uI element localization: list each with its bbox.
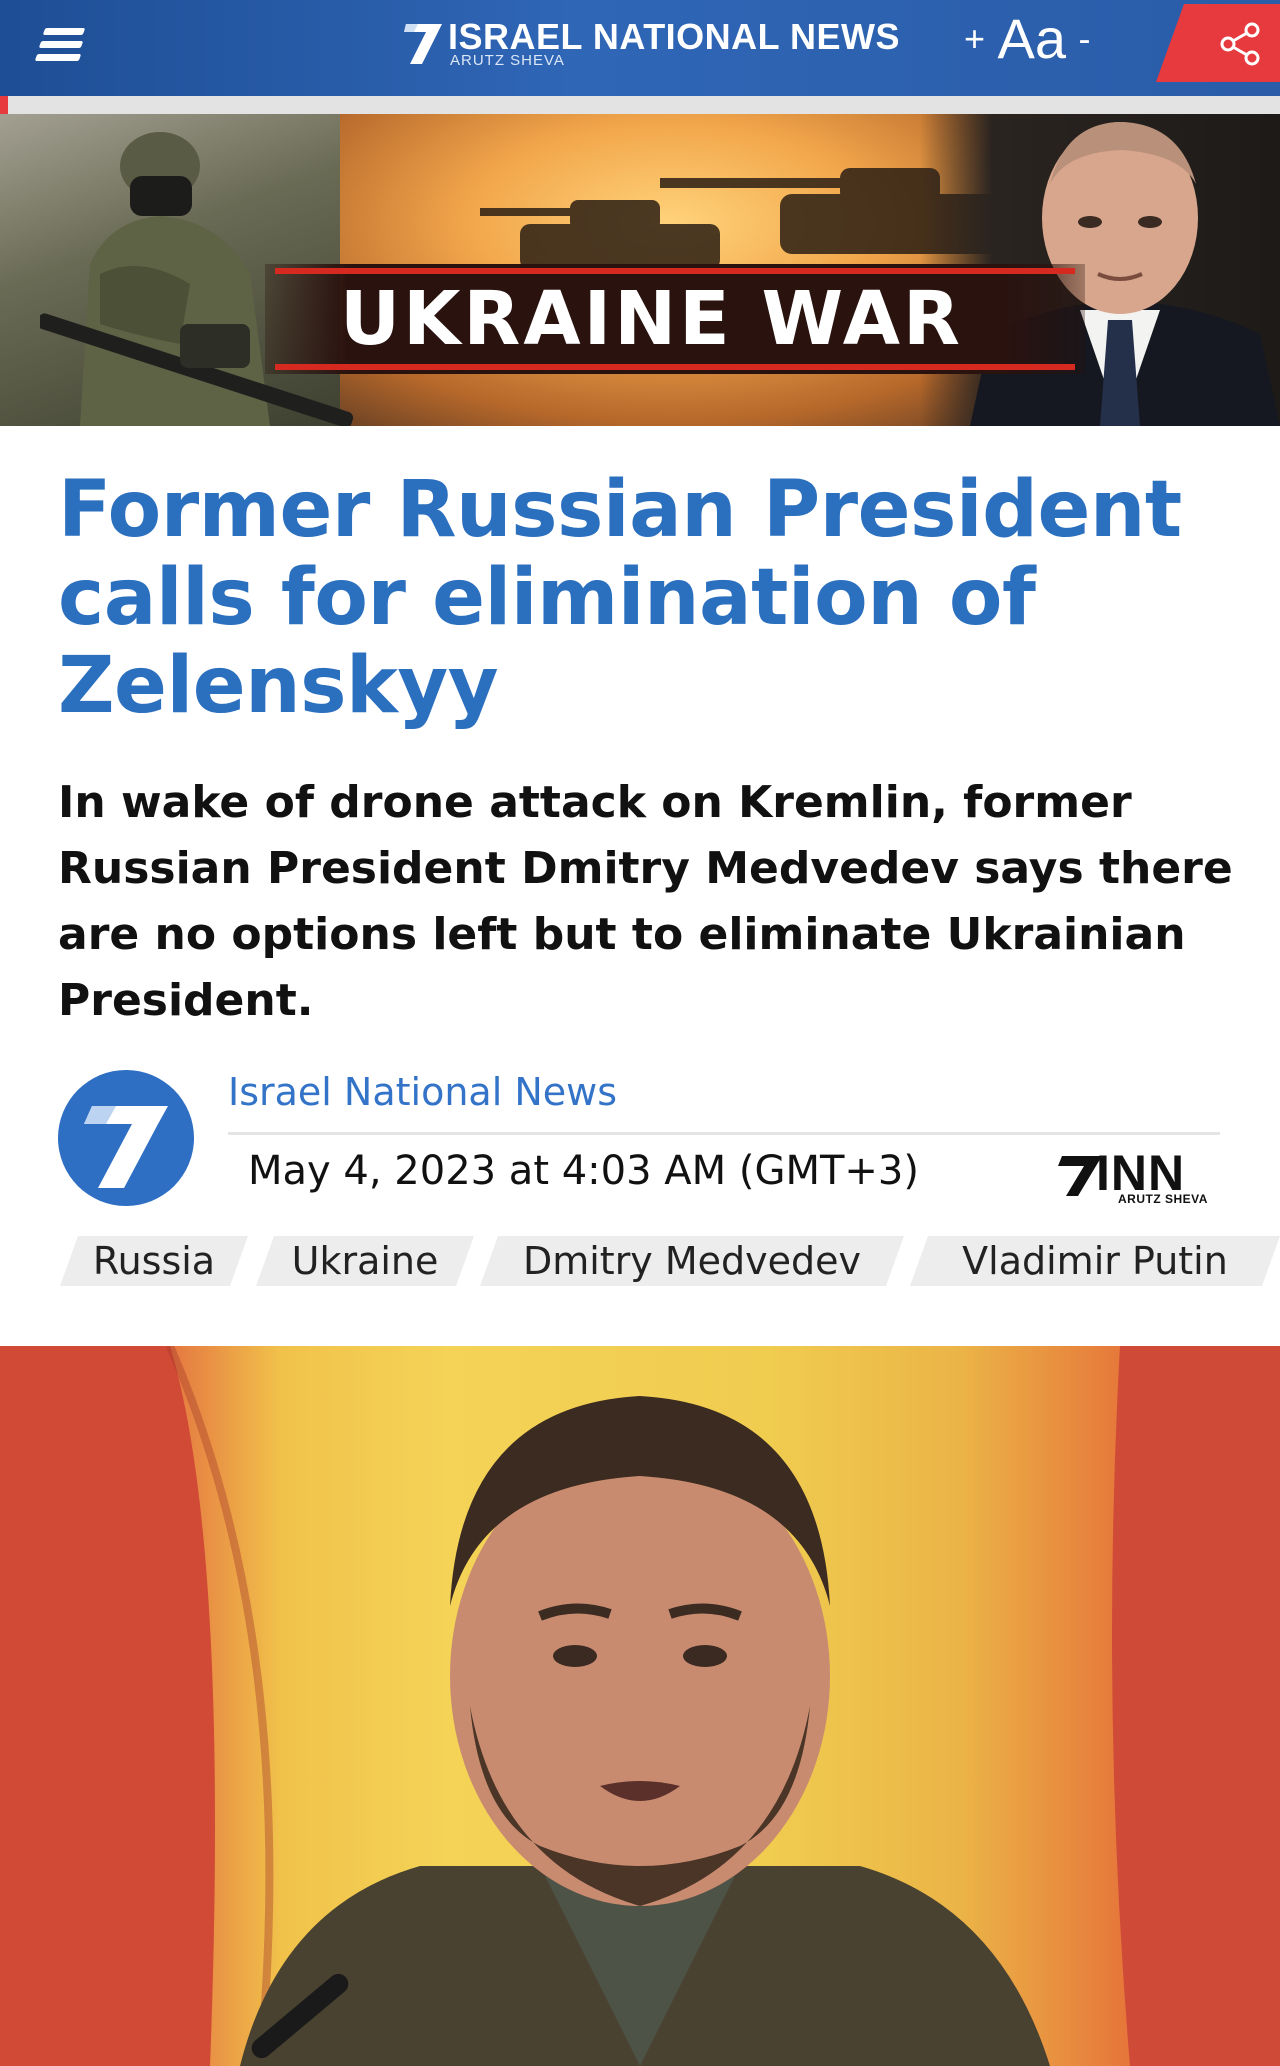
header-divider bbox=[0, 96, 1280, 114]
font-decrease-button[interactable]: - bbox=[1078, 18, 1090, 60]
tag-label: Russia bbox=[92, 1239, 216, 1283]
tag-label: Ukraine bbox=[291, 1239, 439, 1283]
article-headline: Former Russian President calls for elimi… bbox=[58, 465, 1182, 731]
author-name-link[interactable]: Israel National News bbox=[228, 1070, 617, 1114]
inn-brand-logo: INN ARUTZ SHEVA bbox=[1058, 1145, 1224, 1208]
site-subtitle: ARUTZ SHEVA bbox=[450, 52, 565, 69]
share-button[interactable] bbox=[1156, 4, 1280, 82]
font-size-control: + Aa - bbox=[964, 6, 1090, 76]
article-subheadline: In wake of drone attack on Kremlin, form… bbox=[58, 777, 1233, 1026]
top-header: ISRAEL NATIONAL NEWS ARUTZ SHEVA + Aa - bbox=[0, 0, 1280, 96]
tag-vladimir-putin[interactable]: Vladimir Putin bbox=[910, 1236, 1280, 1286]
article-main-photo[interactable] bbox=[0, 1346, 1280, 2066]
seven-logo-icon bbox=[84, 1106, 168, 1188]
tag-dmitry-medvedev[interactable]: Dmitry Medvedev bbox=[480, 1236, 904, 1286]
font-increase-button[interactable]: + bbox=[964, 18, 985, 60]
publish-date: May 4, 2023 at 4:03 AM (GMT+3) bbox=[248, 1148, 919, 1194]
banner-title: UKRAINE WAR bbox=[340, 276, 964, 362]
section-banner[interactable]: UKRAINE WAR bbox=[0, 114, 1280, 426]
inn-brand-subtitle: ARUTZ SHEVA bbox=[1118, 1192, 1208, 1206]
tag-label: Dmitry Medvedev bbox=[522, 1239, 862, 1283]
site-logo[interactable]: ISRAEL NATIONAL NEWS ARUTZ SHEVA bbox=[400, 8, 900, 70]
byline-divider bbox=[228, 1132, 1220, 1135]
share-icon bbox=[1220, 22, 1260, 66]
tag-russia[interactable]: Russia bbox=[60, 1236, 248, 1286]
tag-ukraine[interactable]: Ukraine bbox=[256, 1236, 474, 1286]
logo-seven-icon bbox=[404, 24, 442, 64]
zelenskyy-photo-image bbox=[0, 1346, 1280, 2066]
hamburger-menu-icon[interactable] bbox=[30, 24, 94, 68]
author-avatar[interactable] bbox=[58, 1070, 194, 1206]
font-size-label: Aa bbox=[997, 7, 1066, 70]
tag-label: Vladimir Putin bbox=[962, 1239, 1228, 1283]
